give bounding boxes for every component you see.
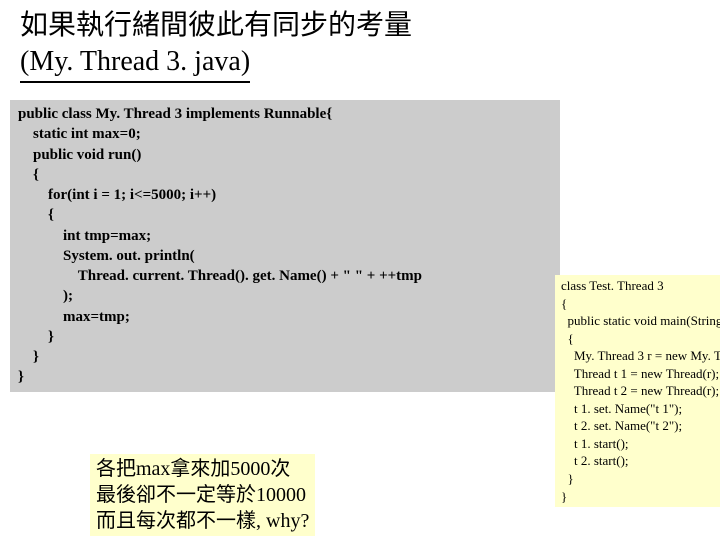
note-line1: 各把max拿來加5000次 — [96, 456, 309, 482]
title-line2: (My. Thread 3. java) — [20, 44, 250, 82]
note-box: 各把max拿來加5000次 最後卻不一定等於10000 而且每次都不一樣, wh… — [90, 454, 315, 536]
note-line2: 最後卻不一定等於10000 — [96, 482, 309, 508]
side-code-block: class Test. Thread 3 { public static voi… — [555, 275, 720, 507]
note-line3: 而且每次都不一樣, why? — [96, 508, 309, 534]
slide-title: 如果執行緒間彼此有同步的考量 (My. Thread 3. java) — [0, 0, 720, 87]
title-line1: 如果執行緒間彼此有同步的考量 — [20, 10, 412, 41]
main-code-block: public class My. Thread 3 implements Run… — [10, 100, 560, 392]
